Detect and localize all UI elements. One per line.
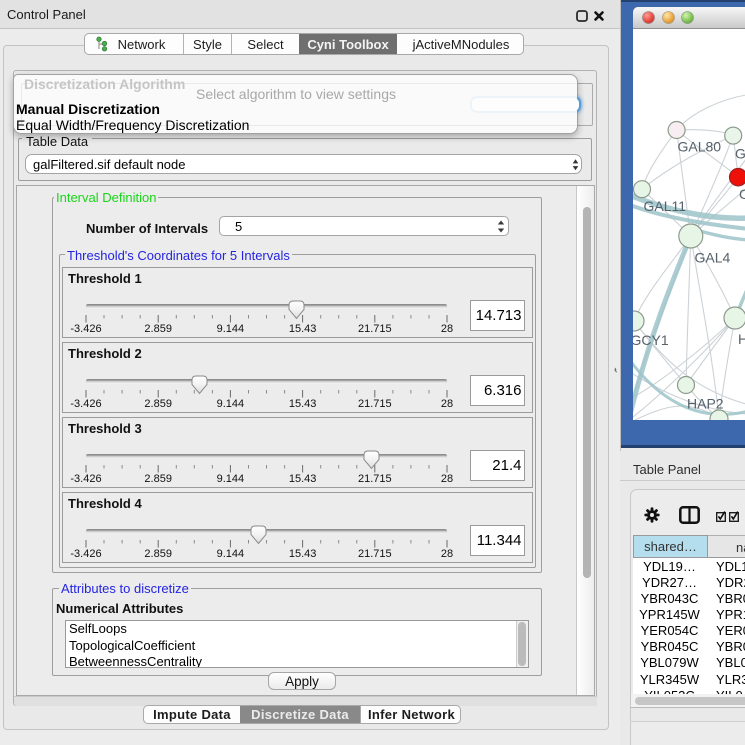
- svg-text:GA: GA: [735, 146, 745, 162]
- svg-text:GAL80: GAL80: [678, 139, 722, 155]
- svg-text:HAP2: HAP2: [687, 396, 724, 412]
- svg-text:GAL11: GAL11: [644, 198, 687, 214]
- svg-text:H: H: [738, 331, 745, 347]
- svg-text:GAL4: GAL4: [695, 250, 731, 266]
- svg-text:GCY1: GCY1: [633, 332, 669, 348]
- svg-text:CY: CY: [739, 186, 745, 202]
